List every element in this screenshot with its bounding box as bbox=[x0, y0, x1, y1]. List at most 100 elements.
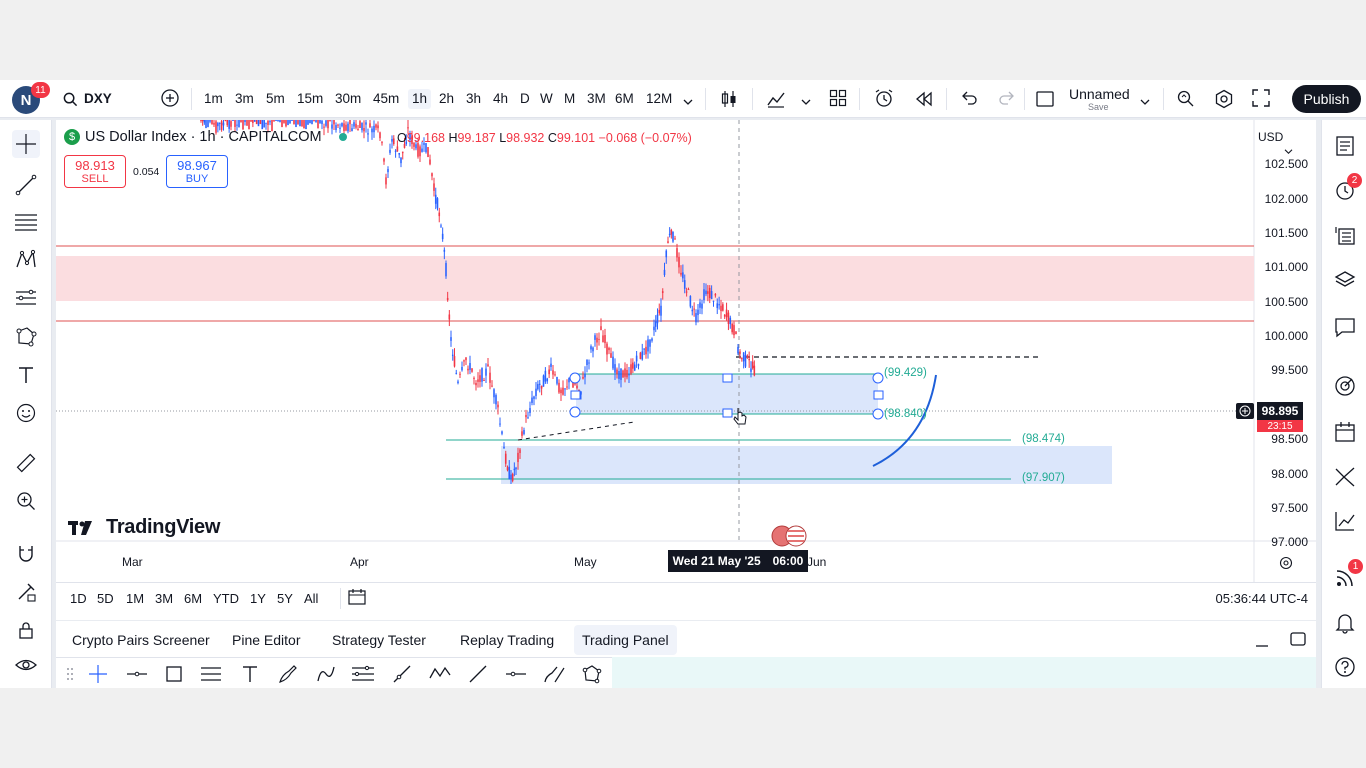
interval-2h[interactable]: 2h bbox=[439, 89, 454, 109]
interval-m[interactable]: M bbox=[564, 89, 575, 109]
range-6m[interactable]: 6M bbox=[184, 591, 202, 606]
tab-pine-editor[interactable]: Pine Editor bbox=[224, 625, 308, 655]
interval-15m[interactable]: 15m bbox=[297, 89, 323, 109]
range-ytd[interactable]: YTD bbox=[213, 591, 239, 606]
redo-icon[interactable] bbox=[998, 89, 1016, 109]
node-edit-tool-icon[interactable] bbox=[580, 662, 604, 686]
bell-icon[interactable] bbox=[1331, 609, 1359, 637]
replay-icon[interactable] bbox=[914, 89, 934, 109]
interval-w[interactable]: W bbox=[540, 89, 553, 109]
axis-settings-gear-icon[interactable] bbox=[1279, 556, 1293, 575]
emoji-tool-icon[interactable] bbox=[12, 399, 40, 427]
publish-button[interactable]: Publish bbox=[1292, 85, 1361, 113]
range-5y[interactable]: 5Y bbox=[277, 591, 293, 606]
trendline-tool-icon[interactable] bbox=[12, 171, 40, 199]
object-tree-icon[interactable] bbox=[1331, 222, 1359, 250]
interval-1m[interactable]: 1m bbox=[204, 89, 223, 109]
interval-5m[interactable]: 5m bbox=[266, 89, 285, 109]
price-chart[interactable]: $ US Dollar Index · 1h · CAPITALCOM O99.… bbox=[56, 120, 1316, 620]
parallel-channel-tool-icon[interactable] bbox=[351, 662, 375, 686]
interval-4h[interactable]: 4h bbox=[493, 89, 508, 109]
ray-tool-icon[interactable] bbox=[390, 662, 414, 686]
cross-tool-icon[interactable] bbox=[86, 662, 110, 686]
watchlist-icon[interactable] bbox=[1331, 132, 1359, 160]
zoom-tool-icon[interactable] bbox=[12, 487, 40, 515]
range-1d[interactable]: 1D bbox=[70, 591, 87, 606]
crosshair-tool-icon[interactable] bbox=[12, 130, 40, 158]
chart-growth-icon[interactable] bbox=[1331, 507, 1359, 535]
symbol-search[interactable]: DXY bbox=[63, 89, 112, 109]
dashed-trendline[interactable] bbox=[517, 421, 635, 441]
lock-pen-tool-icon[interactable] bbox=[12, 578, 40, 606]
tab-trading-panel[interactable]: Trading Panel bbox=[574, 625, 677, 655]
indicators-icon[interactable] bbox=[766, 89, 786, 109]
chart-canvas[interactable] bbox=[56, 120, 1316, 620]
magnet-tool-icon[interactable] bbox=[12, 540, 40, 568]
eye-visibility-icon[interactable] bbox=[12, 651, 40, 679]
maximize-panel-icon[interactable] bbox=[1289, 630, 1307, 653]
calendar-icon[interactable] bbox=[1331, 418, 1359, 446]
interval-30m[interactable]: 30m bbox=[335, 89, 361, 109]
fib-tool-icon[interactable] bbox=[12, 284, 40, 312]
tab-crypto-pairs-screener[interactable]: Crypto Pairs Screener bbox=[64, 625, 218, 655]
us-flag-events-icon[interactable] bbox=[771, 525, 807, 547]
ruler-tool-icon[interactable] bbox=[12, 449, 40, 477]
tab-replay-trading[interactable]: Replay Trading bbox=[452, 625, 562, 655]
resistance-zone[interactable] bbox=[56, 256, 1254, 301]
interval-1h[interactable]: 1h bbox=[408, 89, 432, 109]
quick-search-icon[interactable] bbox=[1176, 89, 1196, 109]
range-1y[interactable]: 1Y bbox=[250, 591, 266, 606]
candle-style-icon[interactable] bbox=[720, 89, 738, 109]
target-icon[interactable] bbox=[1331, 372, 1359, 400]
range-all[interactable]: All bbox=[304, 591, 318, 606]
interval-3month[interactable]: 3M bbox=[587, 89, 606, 109]
utc-clock[interactable]: 05:36:44 UTC-4 bbox=[1216, 591, 1309, 606]
interval-dropdown-chevron-icon[interactable] bbox=[683, 92, 693, 112]
buy-button[interactable]: 98.967 BUY bbox=[166, 155, 228, 188]
text-tool-icon[interactable] bbox=[238, 662, 262, 686]
currency-select[interactable]: USD bbox=[1258, 130, 1316, 158]
layout-grid-icon[interactable] bbox=[829, 89, 847, 109]
minimize-panel-icon[interactable] bbox=[1254, 635, 1270, 653]
indicators-chevron-icon[interactable] bbox=[801, 92, 811, 112]
interval-12month[interactable]: 12M bbox=[646, 89, 672, 109]
fib-retrace-tool-icon[interactable] bbox=[199, 662, 223, 686]
layout-name[interactable]: Unnamed bbox=[1069, 86, 1130, 102]
text-tool-icon[interactable] bbox=[12, 361, 40, 389]
pattern-tool-icon[interactable] bbox=[12, 246, 40, 274]
layout-square-icon[interactable] bbox=[1035, 89, 1055, 109]
range-3m[interactable]: 3M bbox=[155, 591, 173, 606]
sell-button[interactable]: 98.913 SELL bbox=[64, 155, 126, 188]
tab-strategy-tester[interactable]: Strategy Tester bbox=[324, 625, 434, 655]
layout-chevron-icon[interactable] bbox=[1140, 92, 1150, 112]
node-tool-icon[interactable] bbox=[12, 322, 40, 350]
layers-icon[interactable] bbox=[1331, 266, 1359, 294]
drag-handle-icon[interactable] bbox=[58, 662, 82, 686]
undo-icon[interactable] bbox=[960, 89, 978, 109]
go-to-date-icon[interactable] bbox=[340, 588, 367, 609]
xabcd-tool-icon[interactable] bbox=[428, 662, 452, 686]
add-alert-plus-icon[interactable] bbox=[1236, 403, 1254, 419]
chat-icon[interactable] bbox=[1331, 313, 1359, 341]
hline-tool-icon[interactable] bbox=[125, 662, 149, 686]
range-1m[interactable]: 1M bbox=[126, 591, 144, 606]
trade-ideas-icon[interactable] bbox=[1331, 463, 1359, 491]
help-icon[interactable] bbox=[1331, 653, 1359, 681]
horizontal-ray-tool-icon[interactable] bbox=[504, 662, 528, 686]
rectangle-tool-icon[interactable] bbox=[162, 662, 186, 686]
lock-icon[interactable] bbox=[12, 616, 40, 644]
demand-zone[interactable] bbox=[501, 446, 1112, 484]
interval-d[interactable]: D bbox=[520, 89, 530, 109]
symbol-title[interactable]: $ US Dollar Index · 1h · CAPITALCOM bbox=[64, 129, 347, 145]
compare-add-icon[interactable] bbox=[160, 88, 180, 108]
interval-3h[interactable]: 3h bbox=[466, 89, 481, 109]
interval-3m[interactable]: 3m bbox=[235, 89, 254, 109]
interval-6month[interactable]: 6M bbox=[615, 89, 634, 109]
brush-tool-icon[interactable] bbox=[276, 662, 300, 686]
horizontal-lines-tool-icon[interactable] bbox=[12, 208, 40, 236]
pen-tool-icon[interactable] bbox=[542, 662, 566, 686]
fullscreen-icon[interactable] bbox=[1252, 89, 1270, 109]
interval-45m[interactable]: 45m bbox=[373, 89, 399, 109]
trend-line-tool-icon[interactable] bbox=[466, 662, 490, 686]
alert-clock-icon[interactable] bbox=[874, 89, 894, 109]
